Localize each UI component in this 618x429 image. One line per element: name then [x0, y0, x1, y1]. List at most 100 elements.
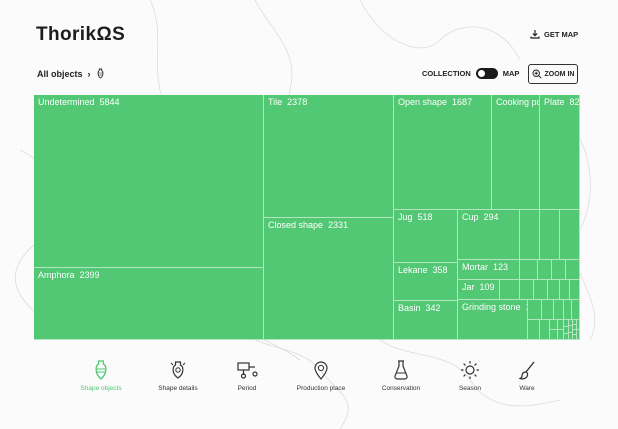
- treemap-small-cell[interactable]: [577, 330, 580, 340]
- nav-label: Season: [458, 385, 482, 392]
- cell-name: Mortar: [462, 262, 489, 272]
- treemap-small-cell[interactable]: [500, 280, 520, 300]
- cell-name: Closed shape: [268, 220, 324, 230]
- zoom-in-button[interactable]: ZOOM IN: [528, 64, 578, 84]
- nav-label: Period: [237, 385, 257, 392]
- sun-icon: [461, 361, 479, 379]
- treemap-small-cell[interactable]: [548, 280, 560, 300]
- treemap-small-cell[interactable]: [566, 260, 580, 280]
- treemap-small-cell[interactable]: [564, 300, 572, 320]
- treemap-cell-amphora[interactable]: Amphora 2399: [34, 268, 264, 340]
- timeline-icon: [237, 362, 258, 379]
- treemap-cell-cooking-pot[interactable]: Cooking pot826: [492, 95, 540, 210]
- zoom-in-label: ZOOM IN: [544, 70, 575, 78]
- treemap-small-cell[interactable]: [560, 280, 570, 300]
- cell-name: Open shape: [398, 97, 448, 107]
- app-logo: ThorikΩS: [36, 24, 126, 45]
- cell-name: Amphora: [38, 270, 75, 280]
- treemap-small-cell[interactable]: [570, 280, 580, 300]
- nav-item-shape-details[interactable]: Shape details: [143, 360, 213, 392]
- brush-icon: [518, 361, 535, 380]
- nav-label: Shape objects: [80, 385, 122, 392]
- treemap-cell-cup[interactable]: Cup 294: [458, 210, 520, 260]
- cell-name: Grinding stone: [462, 302, 521, 312]
- cell-count: 518: [417, 212, 433, 222]
- collection-map-switch[interactable]: [475, 68, 498, 79]
- cell-name: Plate: [544, 97, 565, 107]
- treemap-small-cell[interactable]: [540, 210, 560, 260]
- nav-item-conservation[interactable]: Conservation: [366, 360, 436, 392]
- treemap-cell-plate[interactable]: Plate 826: [540, 95, 580, 210]
- treemap-small-cell[interactable]: [534, 280, 548, 300]
- treemap-small-cell[interactable]: [552, 260, 566, 280]
- cell-name: Jug: [398, 212, 413, 222]
- treemap-cell-grinding-stone[interactable]: Grinding stone108: [458, 300, 528, 340]
- nav-item-production-place[interactable]: Production place: [286, 360, 356, 392]
- treemap-small-cell[interactable]: [528, 320, 540, 340]
- location-pin-icon: [314, 361, 328, 380]
- treemap-small-cell[interactable]: [550, 320, 558, 330]
- cell-count: 342: [425, 303, 441, 313]
- cell-name: Cooking pot: [496, 97, 540, 107]
- cell-count: 2399: [79, 270, 100, 280]
- treemap-cell-undetermined[interactable]: Undetermined 5844: [34, 95, 264, 268]
- treemap-small-cell[interactable]: [520, 260, 538, 280]
- treemap-small-cell[interactable]: [560, 210, 580, 260]
- cell-name: Tile: [268, 97, 283, 107]
- cell-count: 294: [483, 212, 499, 222]
- cell-name: Cup: [462, 212, 479, 222]
- nav-item-shape-objects[interactable]: Shape objects: [66, 360, 136, 392]
- toggle-collection-label[interactable]: COLLECTION: [422, 69, 471, 78]
- nav-label: Shape details: [158, 385, 198, 392]
- treemap-cell-open-shape[interactable]: Open shape 1687: [394, 95, 492, 210]
- treemap-cell-tile[interactable]: Tile 2378: [264, 95, 394, 218]
- treemap-small-cell[interactable]: [572, 300, 580, 320]
- treemap-cell-basin[interactable]: Basin 342: [394, 301, 458, 340]
- vase-detail-icon: [170, 361, 186, 379]
- get-map-button[interactable]: GET MAP: [530, 29, 578, 39]
- breadcrumb-label: All objects: [37, 68, 83, 79]
- treemap-small-cell[interactable]: [538, 260, 552, 280]
- breadcrumb[interactable]: All objects ›: [37, 68, 105, 79]
- treemap-small-cell[interactable]: [542, 300, 554, 320]
- treemap-small-cell[interactable]: [540, 320, 550, 340]
- cell-name: Undetermined: [38, 97, 95, 107]
- treemap-cell-jar[interactable]: Jar 109: [458, 280, 500, 300]
- cell-name: Jar: [462, 282, 475, 292]
- cell-name: Basin: [398, 303, 421, 313]
- treemap-small-cell[interactable]: [528, 300, 542, 320]
- cell-count: 5844: [99, 97, 120, 107]
- treemap-cell-closed-shape[interactable]: Closed shape 2331: [264, 218, 394, 340]
- nav-label: Production place: [296, 385, 346, 392]
- nav-label: Conservation: [381, 385, 421, 392]
- treemap-small-cell[interactable]: [577, 320, 580, 330]
- download-icon: [530, 30, 540, 39]
- toggle-map-label[interactable]: MAP: [503, 69, 520, 78]
- get-map-label: GET MAP: [544, 29, 579, 39]
- nav-item-ware[interactable]: Ware: [492, 360, 562, 392]
- treemap-small-cell[interactable]: [520, 280, 534, 300]
- view-toggle: COLLECTION MAP: [422, 68, 519, 79]
- treemap-cell-mortar[interactable]: Mortar 123: [458, 260, 520, 280]
- treemap-small-cell[interactable]: [550, 330, 558, 340]
- nav-item-period[interactable]: Period: [212, 360, 282, 392]
- objects-treemap: Undetermined 5844 Amphora 2399 Tile 2378 Cl…: [34, 95, 580, 340]
- treemap-cell-lekane[interactable]: Lekane 358: [394, 263, 458, 301]
- zoom-in-icon: [532, 69, 542, 79]
- treemap-small-cell[interactable]: [554, 300, 564, 320]
- cell-count: 2378: [287, 97, 308, 107]
- cell-count: 358: [432, 265, 448, 275]
- cell-count: 2331: [328, 220, 349, 230]
- nav-label: Ware: [519, 385, 535, 392]
- treemap-small-cell[interactable]: [520, 210, 540, 260]
- cell-count: 826: [569, 97, 580, 107]
- cell-count: 109: [479, 282, 495, 292]
- amphora-icon: [95, 360, 107, 380]
- bottom-nav: Shape objects Shape details Period Produ…: [0, 360, 618, 400]
- cell-name: Lekane: [398, 265, 428, 275]
- chevron-right-icon: ›: [87, 68, 91, 79]
- flask-icon: [394, 360, 408, 380]
- amphora-icon: [97, 68, 103, 79]
- treemap-cell-jug[interactable]: Jug 518: [394, 210, 458, 263]
- cell-count: 123: [493, 262, 509, 272]
